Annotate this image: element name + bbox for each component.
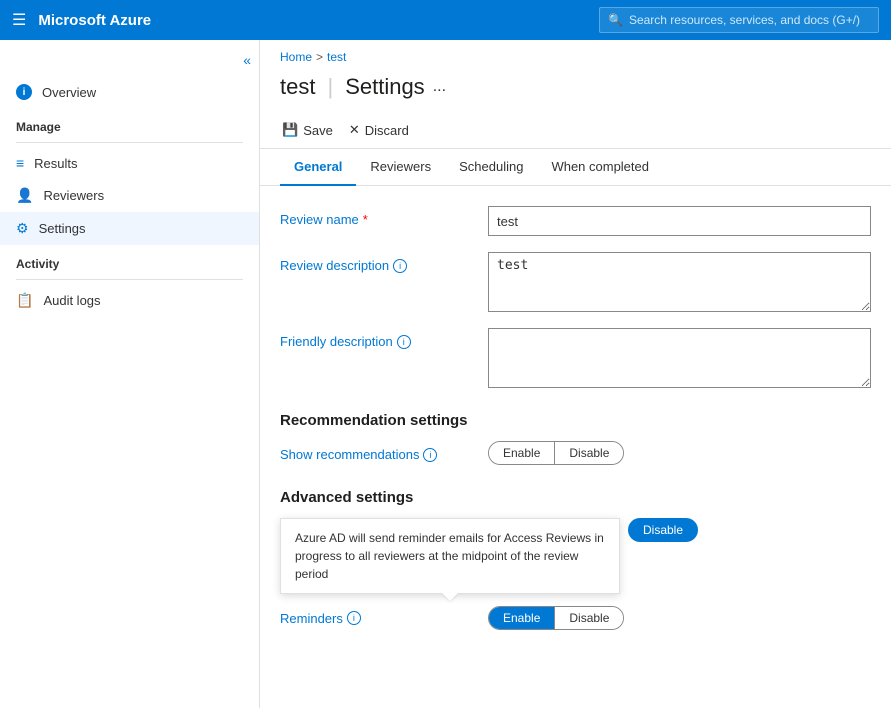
collapse-sidebar-button[interactable]: « <box>243 52 251 68</box>
discard-label: Discard <box>365 123 409 138</box>
tab-general[interactable]: General <box>280 149 356 186</box>
sidebar-item-audit-logs[interactable]: 📋 Audit logs <box>0 284 259 317</box>
friendly-description-info-icon[interactable]: i <box>397 335 411 349</box>
page-header: test | Settings ... <box>260 70 891 112</box>
review-description-label: Review description i <box>280 252 480 273</box>
form-area: Review name * Review description i test … <box>260 186 891 666</box>
required-indicator: * <box>363 212 368 227</box>
search-bar[interactable]: 🔍 Search resources, services, and docs (… <box>599 7 879 33</box>
review-description-input[interactable]: test <box>488 252 871 312</box>
sidebar-divider-2 <box>16 279 243 280</box>
sidebar-section-manage: Manage <box>0 108 259 138</box>
review-description-info-icon[interactable]: i <box>393 259 407 273</box>
person-icon: 👤 <box>16 187 33 204</box>
reminders-row: Reminders i Enable Disable <box>280 606 871 630</box>
save-icon: 💾 <box>282 122 298 138</box>
show-recommendations-toggle: Enable Disable <box>488 441 624 465</box>
breadcrumb-sep: > <box>316 50 323 64</box>
toolbar: 💾 Save ✕ Discard <box>260 112 891 149</box>
sidebar-item-results[interactable]: ≡ Results <box>0 147 259 179</box>
show-recommendations-row: Show recommendations i Enable Disable <box>280 441 871 465</box>
reminders-label: Reminders i <box>280 611 480 626</box>
tooltip-popup: Azure AD will send reminder emails for A… <box>280 518 620 594</box>
sidebar-item-results-label: Results <box>34 156 77 171</box>
reminders-disable-button[interactable]: Disable <box>555 607 623 629</box>
review-name-row: Review name * <box>280 206 871 236</box>
tooltip-text: Azure AD will send reminder emails for A… <box>295 531 604 581</box>
hamburger-icon[interactable]: ☰ <box>12 10 26 30</box>
review-name-label: Review name * <box>280 206 480 227</box>
title-separator: | <box>327 74 333 100</box>
breadcrumb-home[interactable]: Home <box>280 50 312 64</box>
reminders-toggle: Enable Disable <box>488 606 624 630</box>
list-icon: ≡ <box>16 155 24 171</box>
doc-icon: 📋 <box>16 292 33 309</box>
sidebar: « i Overview Manage ≡ Results 👤 Reviewer… <box>0 40 260 708</box>
discard-button[interactable]: ✕ Discard <box>347 118 411 142</box>
discard-icon: ✕ <box>349 122 360 138</box>
sidebar-divider <box>16 142 243 143</box>
app-title: Microsoft Azure <box>38 12 587 29</box>
breadcrumb-resource[interactable]: test <box>327 50 346 64</box>
advanced-settings-header: Advanced settings <box>280 489 871 506</box>
save-label: Save <box>303 123 333 138</box>
tabs: General Reviewers Scheduling When comple… <box>260 149 891 186</box>
friendly-description-input[interactable] <box>488 328 871 388</box>
breadcrumb: Home > test <box>260 40 891 70</box>
save-button[interactable]: 💾 Save <box>280 118 335 142</box>
sidebar-item-settings-label: Settings <box>39 221 86 236</box>
sidebar-item-reviewers[interactable]: 👤 Reviewers <box>0 179 259 212</box>
reminders-enable-button[interactable]: Enable <box>489 607 554 629</box>
reminders-info-icon[interactable]: i <box>347 611 361 625</box>
page-subtitle: Settings <box>345 74 425 100</box>
tab-scheduling[interactable]: Scheduling <box>445 149 537 186</box>
recommendation-settings-header: Recommendation settings <box>280 412 871 429</box>
advanced-disable-button[interactable]: Disable <box>628 518 698 542</box>
review-description-row: Review description i test <box>280 252 871 312</box>
sidebar-item-settings[interactable]: ⚙ Settings <box>0 212 259 245</box>
recommendations-enable-button[interactable]: Enable <box>489 442 554 464</box>
recommendations-disable-button[interactable]: Disable <box>555 442 623 464</box>
show-recommendations-label: Show recommendations i <box>280 441 480 462</box>
search-placeholder: Search resources, services, and docs (G+… <box>629 13 860 27</box>
sidebar-item-overview[interactable]: i Overview <box>0 76 259 108</box>
sidebar-item-reviewers-label: Reviewers <box>43 188 104 203</box>
search-icon: 🔍 <box>608 13 623 27</box>
more-options-button[interactable]: ... <box>433 78 446 96</box>
gear-icon: ⚙ <box>16 220 29 237</box>
topbar: ☰ Microsoft Azure 🔍 Search resources, se… <box>0 0 891 40</box>
page-title: test <box>280 74 315 100</box>
content-area: Home > test test | Settings ... 💾 Save ✕… <box>260 40 891 708</box>
friendly-description-label: Friendly description i <box>280 328 480 349</box>
review-name-input[interactable] <box>488 206 871 236</box>
show-recommendations-info-icon[interactable]: i <box>423 448 437 462</box>
sidebar-section-activity: Activity <box>0 245 259 275</box>
sidebar-item-overview-label: Overview <box>42 85 96 100</box>
tab-when-completed[interactable]: When completed <box>537 149 663 186</box>
info-icon: i <box>16 84 32 100</box>
friendly-description-row: Friendly description i <box>280 328 871 388</box>
main-layout: « i Overview Manage ≡ Results 👤 Reviewer… <box>0 40 891 708</box>
tab-reviewers[interactable]: Reviewers <box>356 149 445 186</box>
sidebar-item-audit-logs-label: Audit logs <box>43 293 100 308</box>
